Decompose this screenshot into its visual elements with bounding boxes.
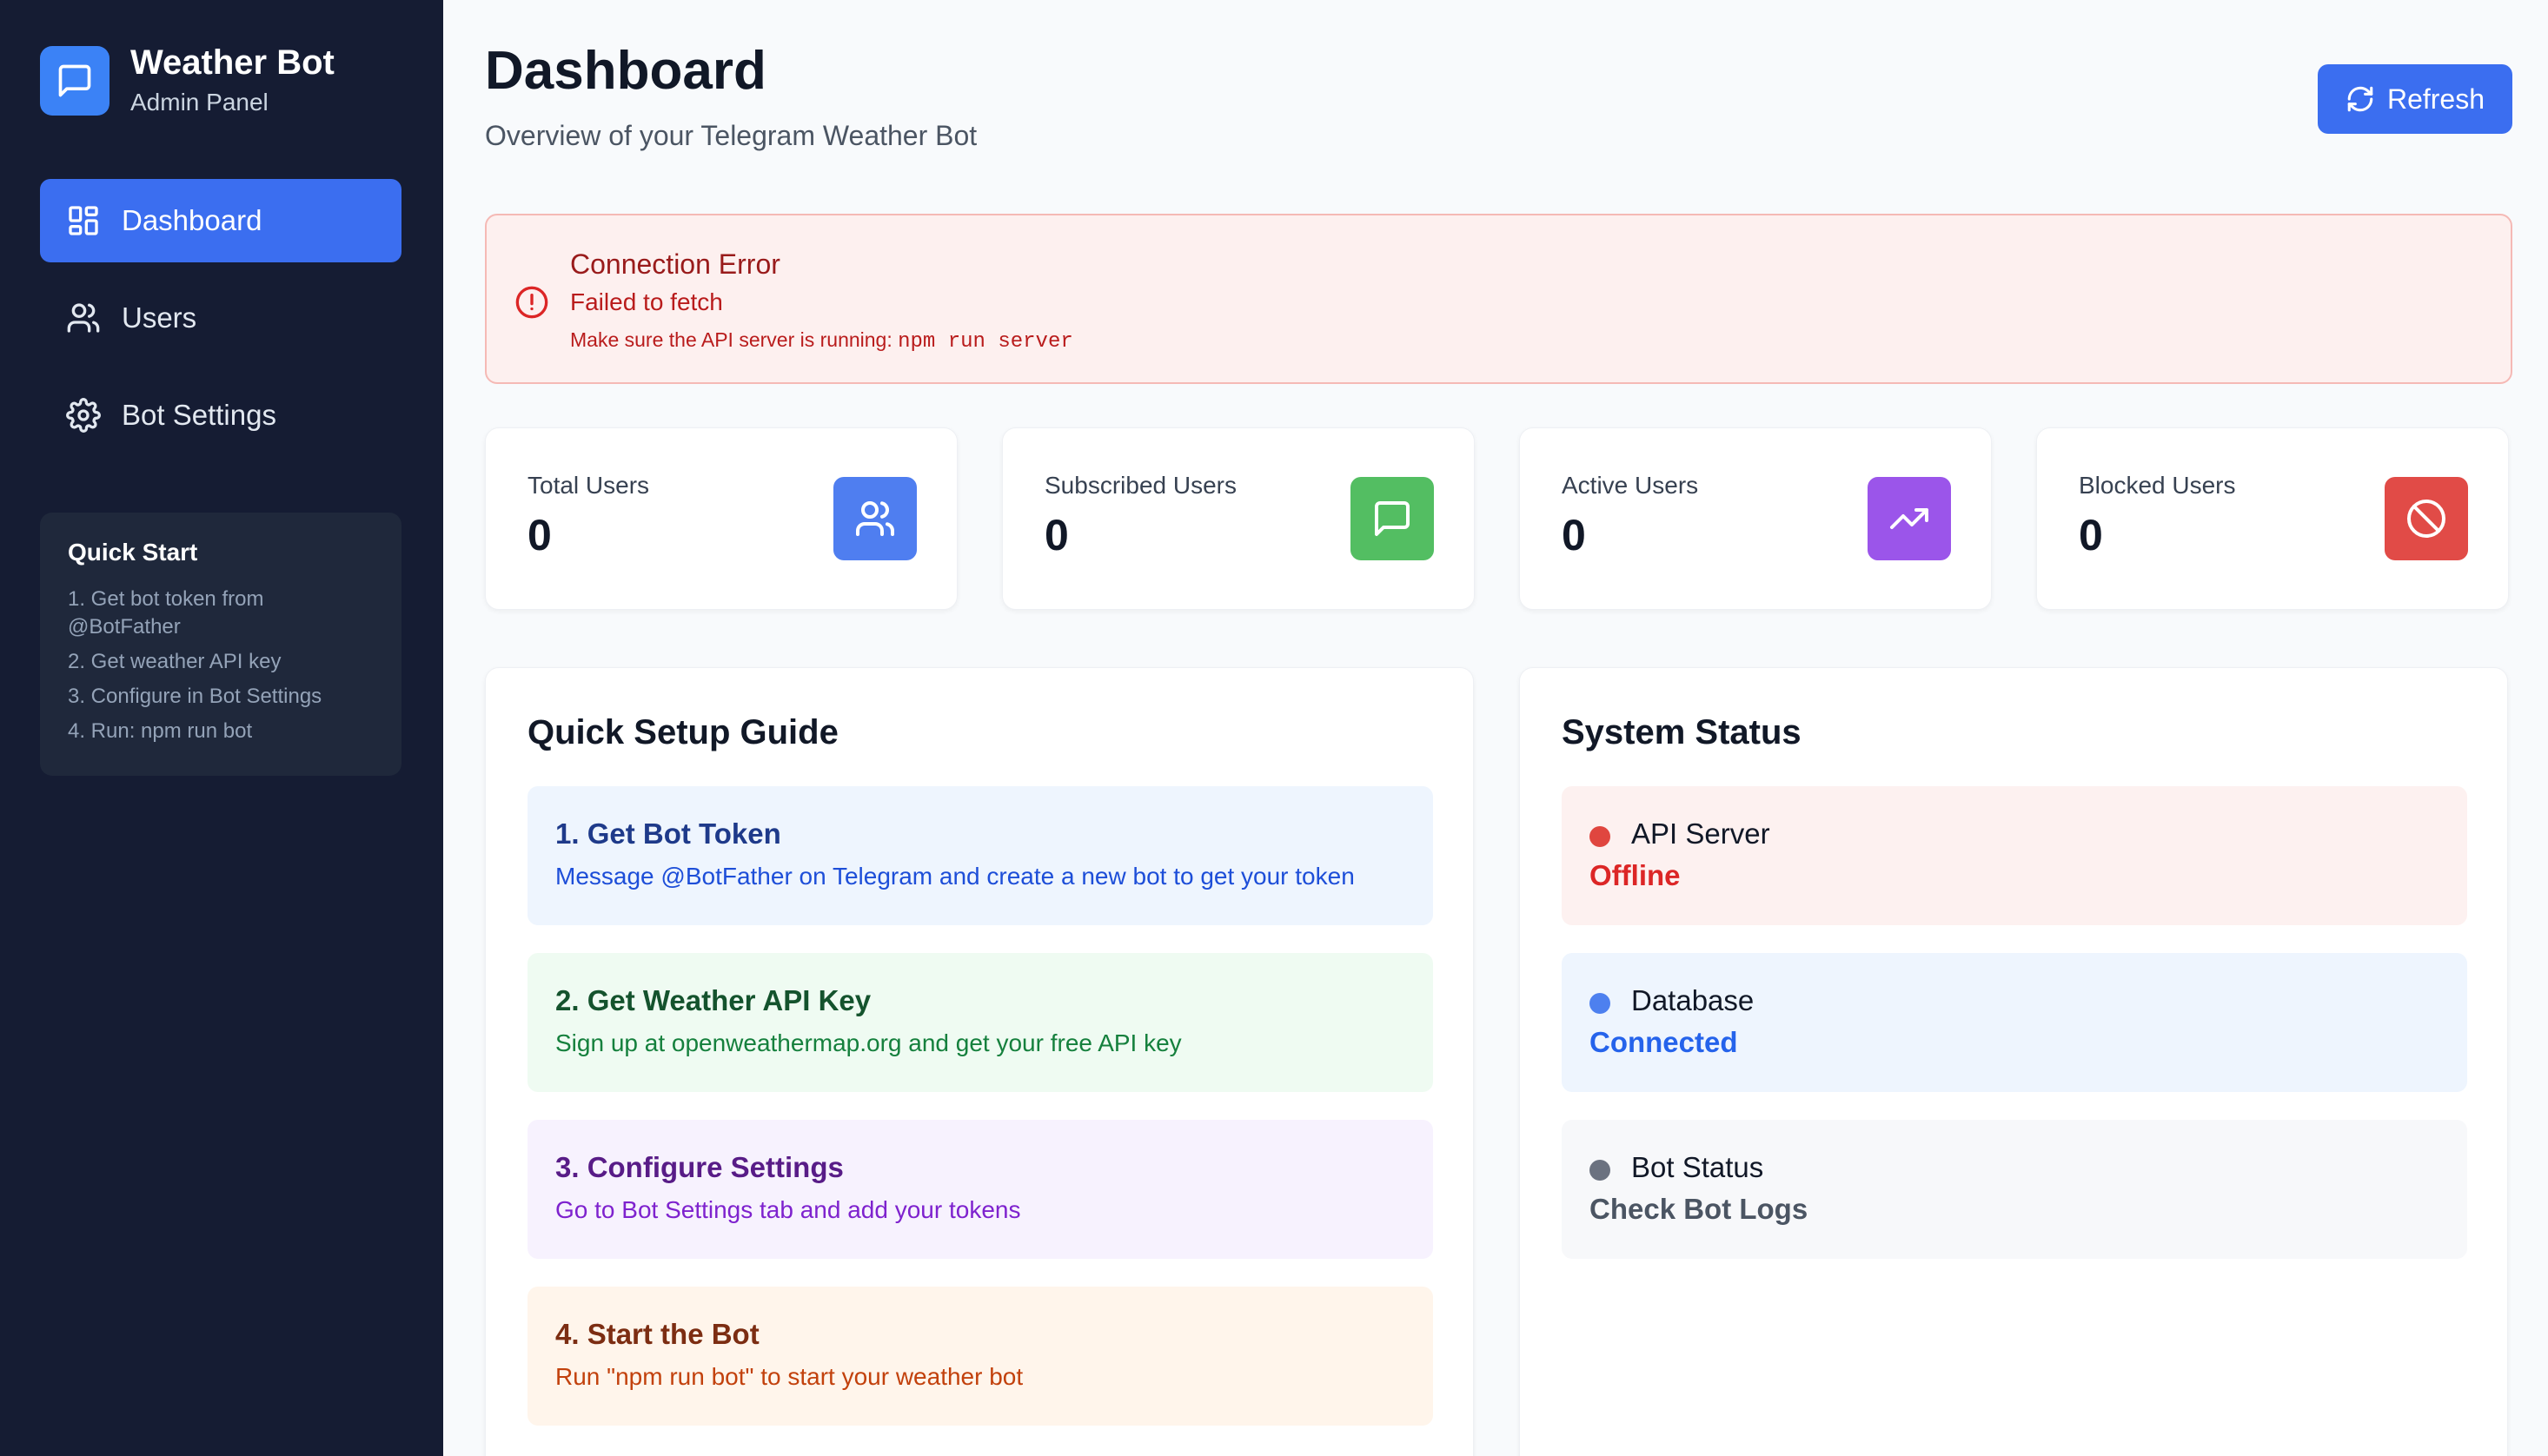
- users-icon: [67, 303, 100, 333]
- stat-value: 0: [2079, 511, 2103, 559]
- quick-start-panel: Quick Start 1. Get bot token from @BotFa…: [40, 513, 401, 776]
- ban-icon: [2385, 477, 2468, 560]
- gear-icon: [66, 398, 101, 433]
- main-content: Dashboard Overview of your Telegram Weat…: [443, 0, 2548, 1456]
- error-message: Failed to fetch: [570, 288, 723, 315]
- status-card-api-server: API Server Offline: [1562, 786, 2467, 925]
- page-subtitle: Overview of your Telegram Weather Bot: [485, 120, 978, 151]
- status-value: Check Bot Logs: [1589, 1193, 1808, 1225]
- connection-error-alert: Connection Error Failed to fetch Make su…: [485, 214, 2512, 384]
- status-dot: [1589, 993, 1610, 1014]
- stat-card-blocked-users: Blocked Users 0: [2036, 427, 2509, 610]
- error-command: npm run server: [898, 330, 1073, 354]
- stat-label: Active Users: [1562, 472, 1699, 499]
- panel-title: Quick Setup Guide: [528, 713, 839, 751]
- setup-step-desc: Go to Bot Settings tab and add your toke…: [555, 1196, 1021, 1223]
- status-name: Bot Status: [1631, 1151, 1764, 1183]
- setup-step-desc: Message @BotFather on Telegram and creat…: [555, 863, 1355, 890]
- message-icon: [40, 46, 109, 116]
- setup-step-title: 1. Get Bot Token: [555, 817, 781, 850]
- status-value: Connected: [1589, 1026, 1738, 1058]
- stat-label: Total Users: [528, 472, 650, 499]
- stat-label: Blocked Users: [2079, 472, 2236, 499]
- stat-label: Subscribed Users: [1045, 472, 1237, 499]
- trending-up-icon: [1868, 477, 1951, 560]
- refresh-label: Refresh: [2386, 83, 2485, 115]
- setup-step-card: 1. Get Bot Token Message @BotFather on T…: [528, 786, 1433, 925]
- grid-icon: [69, 206, 98, 235]
- status-dot: [1589, 826, 1610, 847]
- refresh-button[interactable]: Refresh: [2318, 64, 2512, 134]
- users-icon: [833, 477, 917, 560]
- setup-step-card: 3. Configure Settings Go to Bot Settings…: [528, 1120, 1433, 1259]
- quick-start-step: 2. Get weather API key: [68, 650, 282, 673]
- setup-step-card: 2. Get Weather API Key Sign up at openwe…: [528, 953, 1433, 1092]
- quick-start-title: Quick Start: [68, 539, 198, 566]
- setup-step-card: 4. Start the Bot Run "npm run bot" to st…: [528, 1287, 1433, 1426]
- sidebar-item-label: Bot Settings: [122, 399, 276, 431]
- status-value: Offline: [1589, 859, 1681, 891]
- sidebar-item-users[interactable]: Users: [40, 276, 401, 360]
- setup-step-desc: Sign up at openweathermap.org and get yo…: [555, 1029, 1182, 1056]
- panel-title: System Status: [1562, 713, 1802, 751]
- error-title: Connection Error: [570, 248, 780, 280]
- quick-start-step: 3. Configure in Bot Settings: [68, 685, 322, 708]
- error-hint: Make sure the API server is running: npm…: [570, 328, 1073, 354]
- message-icon: [1350, 477, 1434, 560]
- sidebar-item-label: Users: [122, 301, 197, 334]
- system-status-panel: System Status API Server Offline Databas…: [1519, 667, 2508, 1456]
- status-name: Database: [1631, 984, 1755, 1016]
- refresh-icon: [2347, 86, 2373, 112]
- stat-value: 0: [528, 511, 552, 559]
- sidebar-item-dashboard[interactable]: Dashboard: [40, 179, 401, 262]
- status-dot: [1589, 1160, 1610, 1181]
- brand: Weather Bot Admin Panel: [40, 43, 335, 116]
- brand-title: Weather Bot: [130, 43, 335, 82]
- sidebar-item-bot-settings[interactable]: Bot Settings: [40, 374, 401, 457]
- setup-step-title: 4. Start the Bot: [555, 1318, 760, 1350]
- stat-card-total-users: Total Users 0: [485, 427, 958, 610]
- setup-step-title: 2. Get Weather API Key: [555, 984, 872, 1016]
- sidebar-item-label: Dashboard: [122, 204, 262, 236]
- setup-step-desc: Run "npm run bot" to start your weather …: [555, 1363, 1024, 1390]
- quick-start-step: 4. Run: npm run bot: [68, 719, 253, 743]
- status-card-bot-status: Bot Status Check Bot Logs: [1562, 1120, 2467, 1259]
- alert-circle-icon: [515, 286, 548, 319]
- quick-setup-guide-panel: Quick Setup Guide 1. Get Bot Token Messa…: [485, 667, 1474, 1456]
- status-name: API Server: [1631, 817, 1770, 850]
- quick-start-step: 1. Get bot token from: [68, 587, 264, 611]
- sidebar: Weather Bot Admin Panel Dashboard Users …: [0, 0, 443, 1456]
- page-title: Dashboard: [485, 41, 766, 101]
- setup-step-title: 3. Configure Settings: [555, 1151, 844, 1183]
- stat-card-subscribed-users: Subscribed Users 0: [1002, 427, 1475, 610]
- stat-value: 0: [1562, 511, 1586, 559]
- stat-card-active-users: Active Users 0: [1519, 427, 1992, 610]
- brand-subtitle: Admin Panel: [130, 89, 269, 116]
- error-hint-text: Make sure the API server is running:: [570, 328, 892, 351]
- quick-start-step: @BotFather: [68, 615, 181, 639]
- stat-value: 0: [1045, 511, 1069, 559]
- status-card-database: Database Connected: [1562, 953, 2467, 1092]
- sidebar-nav: Dashboard Users Bot Settings: [40, 179, 401, 471]
